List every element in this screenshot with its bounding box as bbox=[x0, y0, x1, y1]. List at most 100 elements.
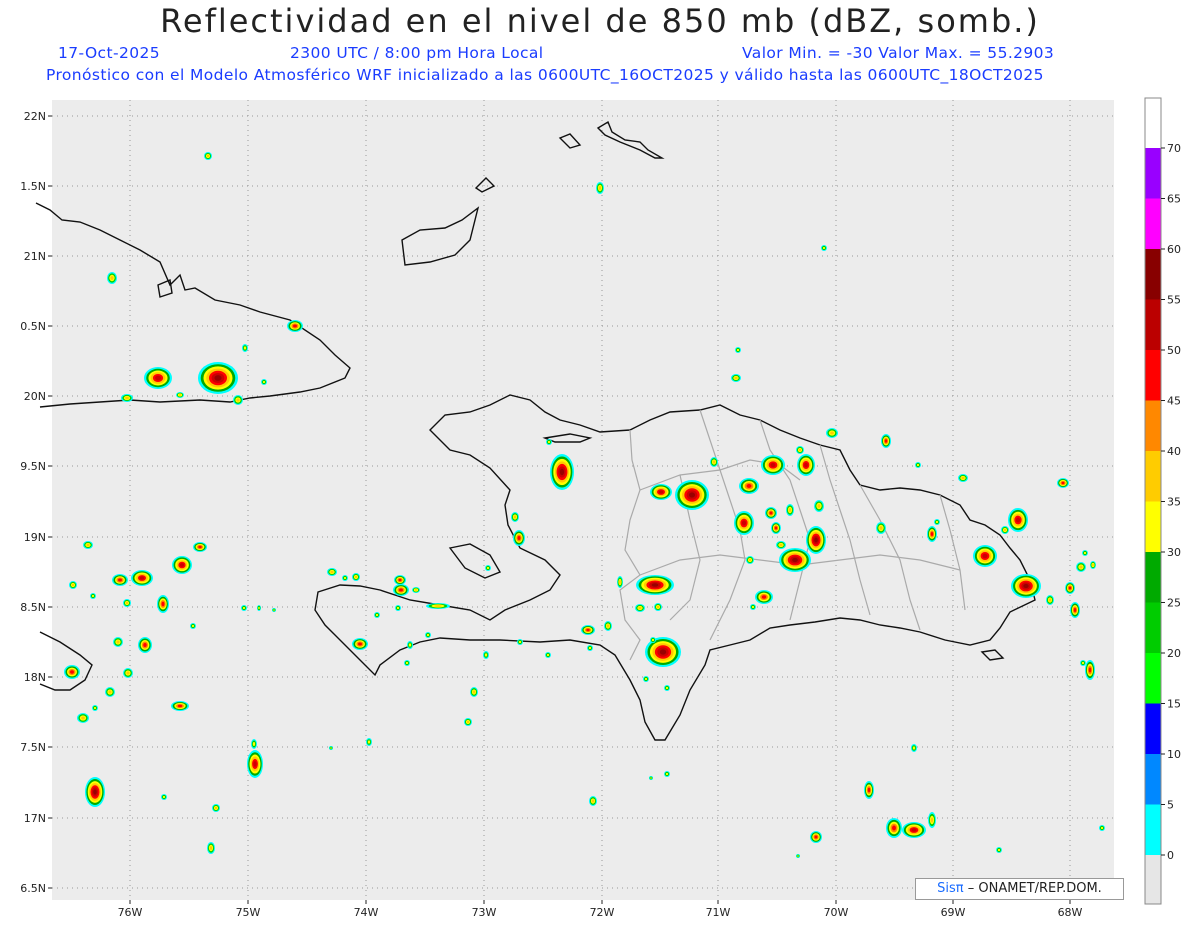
lon-label: 69W bbox=[941, 906, 966, 919]
colorbar-swatch bbox=[1145, 299, 1161, 350]
echo-cell bbox=[650, 637, 656, 643]
lat-label: 17N bbox=[24, 812, 46, 825]
echo-cell bbox=[1090, 561, 1096, 569]
echo-cell bbox=[636, 575, 674, 595]
echo-cell bbox=[395, 605, 401, 611]
colorbar-label: 15 bbox=[1167, 698, 1181, 711]
echo-cell bbox=[207, 842, 215, 854]
colorbar-label: 5 bbox=[1167, 799, 1174, 812]
lon-label: 68W bbox=[1058, 906, 1083, 919]
echo-cell bbox=[374, 612, 380, 618]
echo-cell bbox=[927, 526, 937, 542]
echo-cell bbox=[635, 604, 645, 612]
colorbar-label: 70 bbox=[1167, 142, 1181, 155]
echo-cell bbox=[107, 272, 117, 284]
echo-cell bbox=[664, 685, 670, 691]
echo-cell bbox=[511, 512, 519, 522]
echo-cell bbox=[366, 738, 372, 746]
colorbar-swatch bbox=[1145, 653, 1161, 704]
colorbar-label: 60 bbox=[1167, 243, 1181, 256]
echo-cell bbox=[352, 573, 360, 581]
echo-cell bbox=[1057, 478, 1069, 488]
echo-cell bbox=[352, 638, 368, 650]
echo-cell bbox=[797, 454, 815, 476]
echo-cell bbox=[172, 556, 192, 574]
lon-label: 73W bbox=[472, 906, 497, 919]
echo-cell bbox=[596, 182, 604, 194]
echo-cell bbox=[513, 530, 525, 546]
credit-box: Sisπ – ONAMET/REP.DOM. bbox=[915, 878, 1124, 900]
echo-cell bbox=[69, 581, 77, 589]
echo-cell bbox=[393, 584, 409, 596]
echo-cell bbox=[407, 641, 413, 649]
echo-cell bbox=[329, 746, 333, 750]
latitude-labels: 22N 1.5N 21N 0.5N 20N 9.5N 19N 8.5N 18N 7.5N 17N 6.… bbox=[20, 110, 52, 895]
echo-cell bbox=[121, 394, 133, 402]
colorbar-swatch bbox=[1145, 804, 1161, 855]
colorbar-label: 50 bbox=[1167, 344, 1181, 357]
lat-label: 19N bbox=[24, 531, 46, 544]
colorbar-label: 20 bbox=[1167, 647, 1181, 660]
echo-cell bbox=[261, 379, 267, 385]
echo-cell bbox=[470, 687, 478, 697]
echo-cell bbox=[546, 439, 552, 445]
lon-label: 76W bbox=[118, 906, 143, 919]
lat-label: 20N bbox=[24, 390, 46, 403]
echo-cell bbox=[242, 344, 248, 352]
colorbar: 7065605550454035302520151050 bbox=[1144, 97, 1181, 905]
echo-cell bbox=[821, 245, 827, 251]
colorbar-swatch bbox=[1145, 754, 1161, 805]
lat-label: 8.5N bbox=[20, 601, 46, 614]
echo-cell bbox=[915, 462, 921, 468]
echo-cell bbox=[342, 575, 348, 581]
echo-cell bbox=[796, 854, 800, 858]
echo-cell bbox=[425, 632, 431, 638]
echo-cell bbox=[483, 651, 489, 659]
echo-cell bbox=[581, 625, 595, 635]
colorbar-label: 65 bbox=[1167, 193, 1181, 206]
colorbar-label: 55 bbox=[1167, 294, 1181, 307]
colorbar-swatch bbox=[1145, 451, 1161, 502]
echo-cell bbox=[131, 570, 153, 586]
echo-cell bbox=[272, 608, 276, 612]
lon-label: 71W bbox=[706, 906, 731, 919]
colorbar-label: 35 bbox=[1167, 496, 1181, 509]
colorbar-label: 25 bbox=[1167, 597, 1181, 610]
lon-label: 75W bbox=[236, 906, 261, 919]
echo-cell bbox=[973, 545, 997, 567]
echo-cell bbox=[650, 484, 672, 500]
colorbar-label: 45 bbox=[1167, 395, 1181, 408]
echo-cell bbox=[176, 392, 184, 398]
longitude-labels: 76W 75W 74W 73W 72W 71W 70W 69W 68W bbox=[118, 900, 1083, 919]
colorbar-label: 40 bbox=[1167, 445, 1181, 458]
echo-cell bbox=[426, 603, 450, 609]
echo-cell bbox=[251, 739, 257, 749]
echo-cell bbox=[157, 595, 169, 613]
map-area bbox=[52, 100, 1114, 900]
echo-cell bbox=[746, 556, 754, 564]
echo-cell bbox=[1099, 825, 1105, 831]
echo-cell bbox=[1065, 582, 1075, 594]
echo-cell bbox=[464, 718, 472, 726]
echo-cell bbox=[1082, 550, 1088, 556]
echo-cell bbox=[928, 812, 936, 828]
echo-cell bbox=[1001, 526, 1009, 534]
echo-cell bbox=[645, 637, 681, 667]
echo-cell bbox=[198, 362, 238, 394]
echo-cell bbox=[765, 507, 777, 519]
echo-cell bbox=[1076, 562, 1086, 572]
lat-label: 18N bbox=[24, 671, 46, 684]
echo-cell bbox=[755, 590, 773, 604]
echo-cell bbox=[864, 781, 874, 799]
echo-cell bbox=[193, 542, 207, 552]
echo-cell bbox=[545, 652, 551, 658]
echo-cell bbox=[739, 478, 759, 494]
echo-cell bbox=[1070, 602, 1080, 618]
echo-cell bbox=[241, 605, 247, 611]
echo-cell bbox=[617, 576, 623, 588]
echo-cell bbox=[113, 637, 123, 647]
echo-cell bbox=[643, 676, 649, 682]
colorbar-swatch bbox=[1145, 148, 1161, 199]
echo-cell bbox=[485, 565, 491, 571]
echo-cell bbox=[604, 621, 612, 631]
